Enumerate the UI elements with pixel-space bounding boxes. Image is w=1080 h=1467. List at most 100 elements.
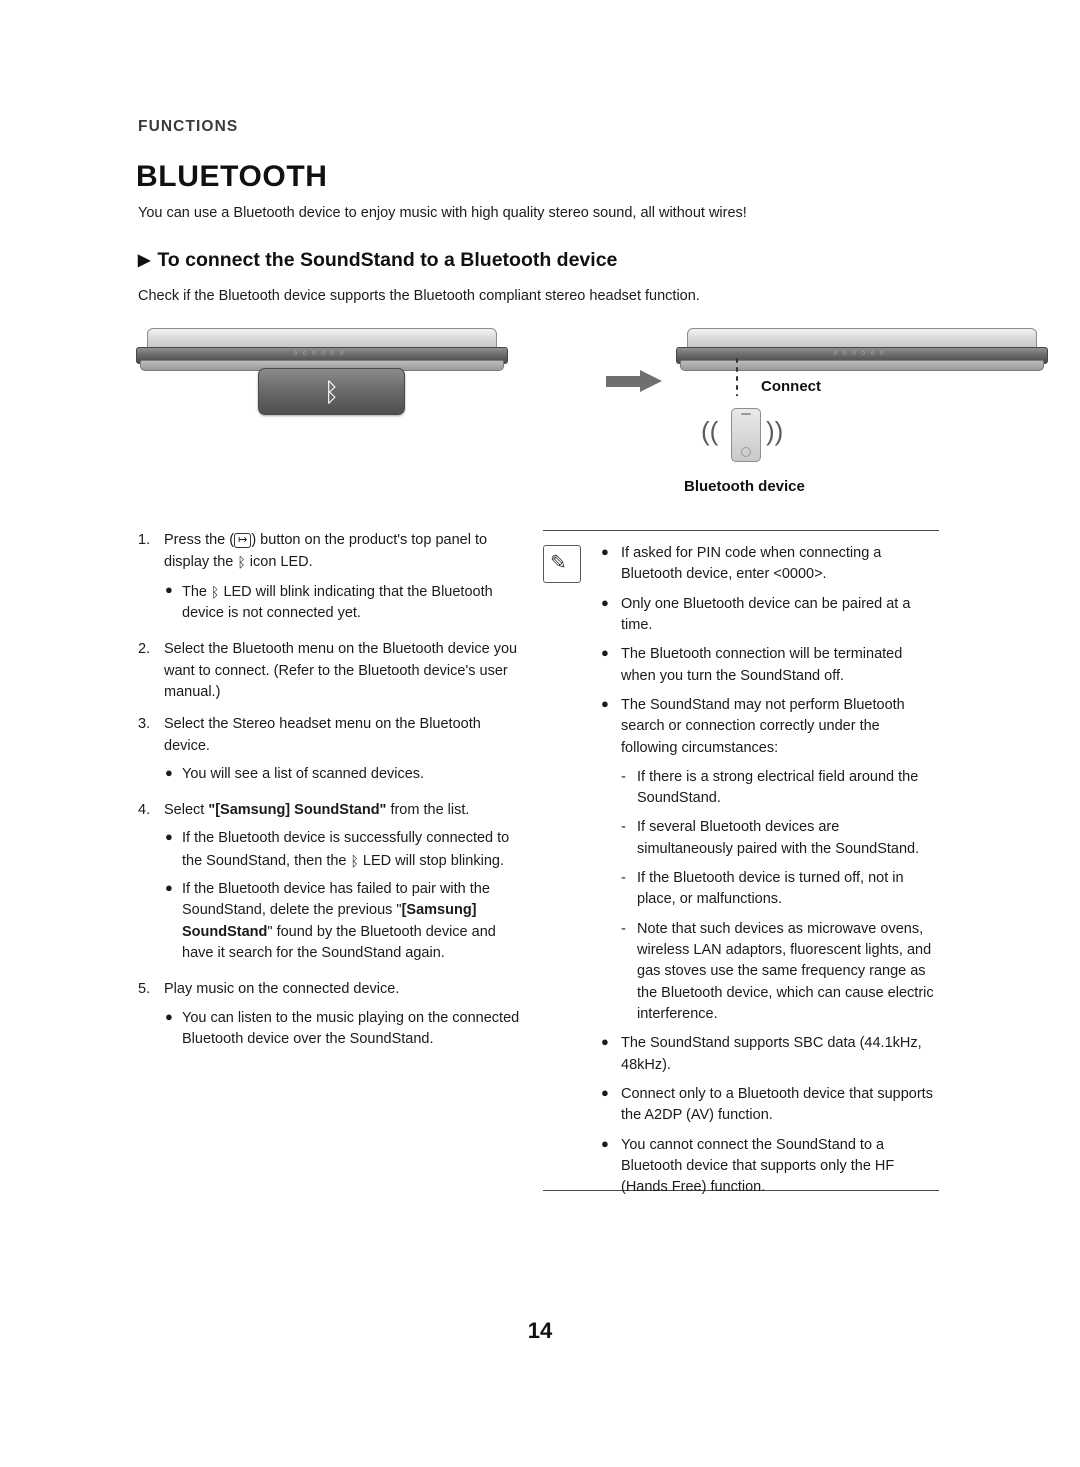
step-5-number: 5. [138,981,151,998]
note-item: ● The SoundStand supports SBC data (44.1k… [597,1033,939,1076]
soundstand-illustration-right: ○○○○○○ [676,328,1048,373]
bullet-dot-icon: ● [165,764,173,780]
bullet-dot-icon: ● [165,829,173,845]
section-label: FUNCTIONS [138,118,239,135]
bullet-dot-icon: ● [165,581,173,597]
note-icon: ✎ [543,545,581,583]
step-2-text: Select the Bluetooth menu on the Bluetoo… [164,641,518,700]
flow-arrow-head [640,370,662,392]
step-5: 5. Play music on the connected device. [138,979,523,1000]
source-button-icon: ↦ [234,533,252,548]
note-item: ● You cannot connect the SoundStand to a … [597,1135,939,1199]
steps-list: 1. Press the (↦) button on the product's … [138,530,523,1057]
signal-wave-right-icon: )) [766,416,784,446]
step-5-text: Play music on the connected device. [164,981,400,998]
dash-icon: - [621,870,626,887]
connect-label: Connect [761,378,821,395]
step-4-number: 4. [138,802,151,819]
step-5-bullet: ● You can listen to the music playing on … [138,1008,523,1051]
bullet-dot-icon: ● [165,1008,173,1024]
dash-icon: - [621,920,626,937]
bluetooth-icon-inline-3: ᛒ [350,852,359,869]
step-2-number: 2. [138,641,151,658]
page-title: BLUETOOTH [136,160,328,193]
connection-diagram: ○○○○○○ ᛒ ○○○○○○ Connect (( )) Bluetooth … [136,320,1048,515]
note-item: ● The SoundStand may not perform Bluetoot… [597,695,939,759]
note-item-text: The Bluetooth connection will be termina… [621,646,903,684]
note-item-text: If asked for PIN code when connecting a … [621,545,882,583]
flow-arrow-shaft [606,376,642,387]
step-4-bullet-2: ● If the Bluetooth device has failed to p… [138,879,523,964]
note-subitem: - Note that such devices as microwave ove… [597,919,939,1026]
soundstand-illustration-left: ○○○○○○ [136,328,508,373]
note-subitem-text: If there is a strong electrical field ar… [637,768,919,807]
step-3: 3. Select the Stereo headset menu on the … [138,714,523,757]
note-item-text: You cannot connect the SoundStand to a B… [621,1136,895,1196]
step-3-bullet-text: You will see a list of scanned devices. [182,765,425,782]
soundstand-body-right: ○○○○○○ [676,328,1048,373]
step-3-bullet: ● You will see a list of scanned devices. [138,764,523,785]
step-4-text-a: Select [164,802,209,819]
manual-page: FUNCTIONS BLUETOOTH You can use a Blueto… [0,0,1080,1467]
bullet-dot-icon: ● [601,1034,609,1050]
bluetooth-icon: ᛒ [323,376,340,407]
soundstand-body-left: ○○○○○○ [136,328,508,373]
step-1-text-c: icon LED. [245,554,313,571]
step-3-number: 3. [138,716,151,733]
bluetooth-led-callout: ᛒ [258,368,405,415]
dash-icon: - [621,768,626,785]
bullet-dot-icon: ● [165,880,173,896]
step-1-bullet-text-b: LED will blink indicating that the Bluet… [182,583,493,621]
step-1-number: 1. [138,532,151,548]
step-4: 4. Select "[Samsung] SoundStand" from the… [138,800,523,821]
note-item: ● Connect only to a Bluetooth device that… [597,1084,939,1127]
note-subitem-text: If the Bluetooth device is turned off, n… [637,870,904,908]
step-5-bullet-text: You can listen to the music playing on t… [182,1009,520,1047]
notes-list: ● If asked for PIN code when connecting a… [597,543,939,1206]
note-item-text: The SoundStand may not perform Bluetooth… [621,696,905,756]
note-item-text: Connect only to a Bluetooth device that … [621,1085,933,1124]
note-item-text: Only one Bluetooth device can be paired … [621,595,911,633]
step-2: 2. Select the Bluetooth menu on the Bluet… [138,639,523,703]
step-3-text: Select the Stereo headset menu on the Bl… [164,716,481,754]
bluetooth-icon-inline-1: ᛒ [237,554,246,571]
step-1-text-a: Press the ( [164,532,235,548]
soundstand-button-row: ○○○○○○ [293,350,349,358]
step-1-bullet-text-a: The [182,583,212,600]
bullet-dot-icon: ● [601,695,609,711]
note-item: ● Only one Bluetooth device can be paired… [597,594,939,637]
bullet-dot-icon: ● [601,594,609,610]
flow-arrow-icon [606,370,664,392]
arrow-right-icon: ▶ [138,252,151,269]
dash-icon: - [621,819,626,836]
dotted-connection-line [735,356,739,396]
bullet-dot-icon: ● [601,1135,609,1151]
note-subitem: - If several Bluetooth devices are simult… [597,817,939,860]
step-4-text-b: from the list. [386,802,470,819]
step-1-bullet: ● The ᛒ LED will blink indicating that th… [138,581,523,625]
sub-note: Check if the Bluetooth device supports t… [138,288,700,304]
intro-paragraph: You can use a Bluetooth device to enjoy … [138,205,747,221]
note-item-text: The SoundStand supports SBC data (44.1kH… [621,1035,922,1073]
step-1: 1. Press the (↦) button on the product's … [138,530,523,574]
bluetooth-device-phone-icon [731,408,761,462]
bullet-dot-icon: ● [601,645,609,661]
note-subitem: - If the Bluetooth device is turned off, … [597,868,939,911]
bullet-dot-icon: ● [601,1084,609,1100]
note-box-top-rule [543,530,939,531]
step-4-bullet-1-text-b: LED will stop blinking. [358,852,504,869]
sub-heading-text: To connect the SoundStand to a Bluetooth… [157,249,618,271]
note-item: ● The Bluetooth connection will be termin… [597,644,939,687]
soundstand-button-row-2: ○○○○○○ [833,350,889,358]
note-subitem-text: If several Bluetooth devices are simulta… [637,819,920,857]
sub-heading: ▶ To connect the SoundStand to a Bluetoot… [138,249,617,272]
note-subitem-text: Note that such devices as microwave oven… [637,920,934,1022]
note-subitem: - If there is a strong electrical field a… [597,767,939,810]
note-item: ● If asked for PIN code when connecting a… [597,543,939,586]
bluetooth-device-label: Bluetooth device [684,478,805,495]
bullet-dot-icon: ● [601,544,609,559]
page-number: 14 [527,1318,553,1343]
signal-wave-left-icon: (( [701,416,719,446]
step-4-device-name: "[Samsung] SoundStand" [208,802,387,819]
bluetooth-icon-inline-2: ᛒ [211,583,220,600]
